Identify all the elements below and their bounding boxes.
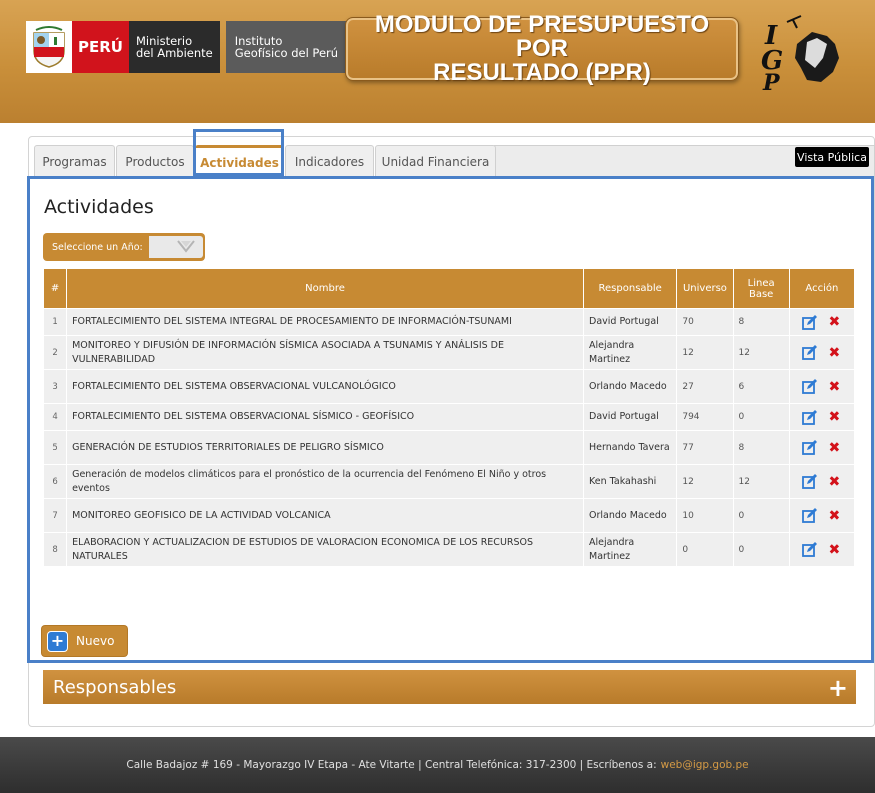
footer-address: Calle Badajoz # 169 - Mayorazgo IV Etapa… bbox=[126, 759, 657, 771]
peru-coat-of-arms-icon bbox=[26, 21, 72, 73]
footer-email-link[interactable]: web@igp.gob.pe bbox=[661, 759, 749, 771]
highlight-box-content bbox=[27, 176, 874, 663]
tab-programas[interactable]: Programas bbox=[34, 145, 115, 177]
igp-logo: I G P bbox=[757, 14, 862, 96]
svg-text:P: P bbox=[762, 70, 781, 92]
site-footer: Calle Badajoz # 169 - Mayorazgo IV Etapa… bbox=[0, 737, 875, 793]
ministerio-label: Ministerio del Ambiente bbox=[128, 21, 220, 73]
responsables-title: Responsables bbox=[53, 676, 177, 698]
instituto-line2: Geofísico del Perú bbox=[234, 46, 339, 60]
tab-indicadores[interactable]: Indicadores bbox=[285, 145, 374, 177]
responsables-accordion[interactable]: Responsables + bbox=[43, 670, 856, 704]
page-title-line1: MODULO DE PRESUPUESTO POR bbox=[374, 11, 710, 62]
page-title: MODULO DE PRESUPUESTO POR RESULTADO (PPR… bbox=[345, 13, 739, 85]
expand-plus-icon[interactable]: + bbox=[828, 674, 848, 702]
instituto-label: Instituto Geofísico del Perú bbox=[225, 21, 348, 73]
peru-label: PERÚ bbox=[72, 21, 129, 73]
ministerio-line2: del Ambiente bbox=[135, 46, 213, 60]
tab-unidad-financiera[interactable]: Unidad Financiera bbox=[375, 145, 496, 177]
government-logo: PERÚ Ministerio del Ambiente Instituto G… bbox=[26, 21, 348, 73]
tab-productos[interactable]: Productos bbox=[116, 145, 194, 177]
highlight-box-tab bbox=[193, 129, 284, 176]
site-header: PERÚ Ministerio del Ambiente Instituto G… bbox=[0, 0, 875, 123]
page-title-line2: RESULTADO (PPR) bbox=[433, 59, 651, 86]
vista-publica-button[interactable]: Vista Pública bbox=[795, 147, 869, 167]
